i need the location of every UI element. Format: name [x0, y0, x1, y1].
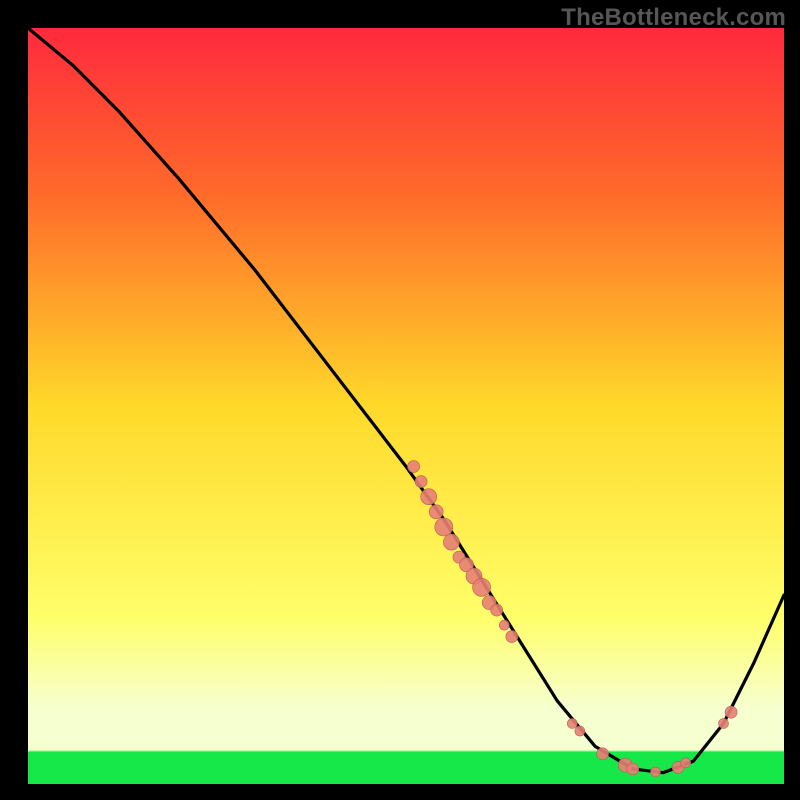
- data-marker: [627, 763, 639, 775]
- data-marker: [435, 518, 453, 536]
- data-marker: [575, 726, 585, 736]
- bottleneck-curve-chart: [0, 0, 800, 800]
- data-marker: [421, 489, 437, 505]
- plot-area: [28, 28, 784, 784]
- data-marker: [499, 620, 509, 630]
- data-marker: [719, 719, 729, 729]
- data-marker: [567, 719, 577, 729]
- chart-container: TheBottleneck.com: [0, 0, 800, 800]
- watermark-text: TheBottleneck.com: [561, 4, 786, 32]
- data-marker: [506, 631, 518, 643]
- data-marker: [429, 505, 443, 519]
- data-marker: [408, 461, 420, 473]
- data-marker: [473, 578, 491, 596]
- data-marker: [415, 476, 427, 488]
- data-marker: [443, 534, 459, 550]
- data-marker: [681, 758, 691, 768]
- data-marker: [725, 706, 737, 718]
- data-marker: [597, 748, 609, 760]
- data-marker: [491, 604, 503, 616]
- data-marker: [651, 767, 661, 777]
